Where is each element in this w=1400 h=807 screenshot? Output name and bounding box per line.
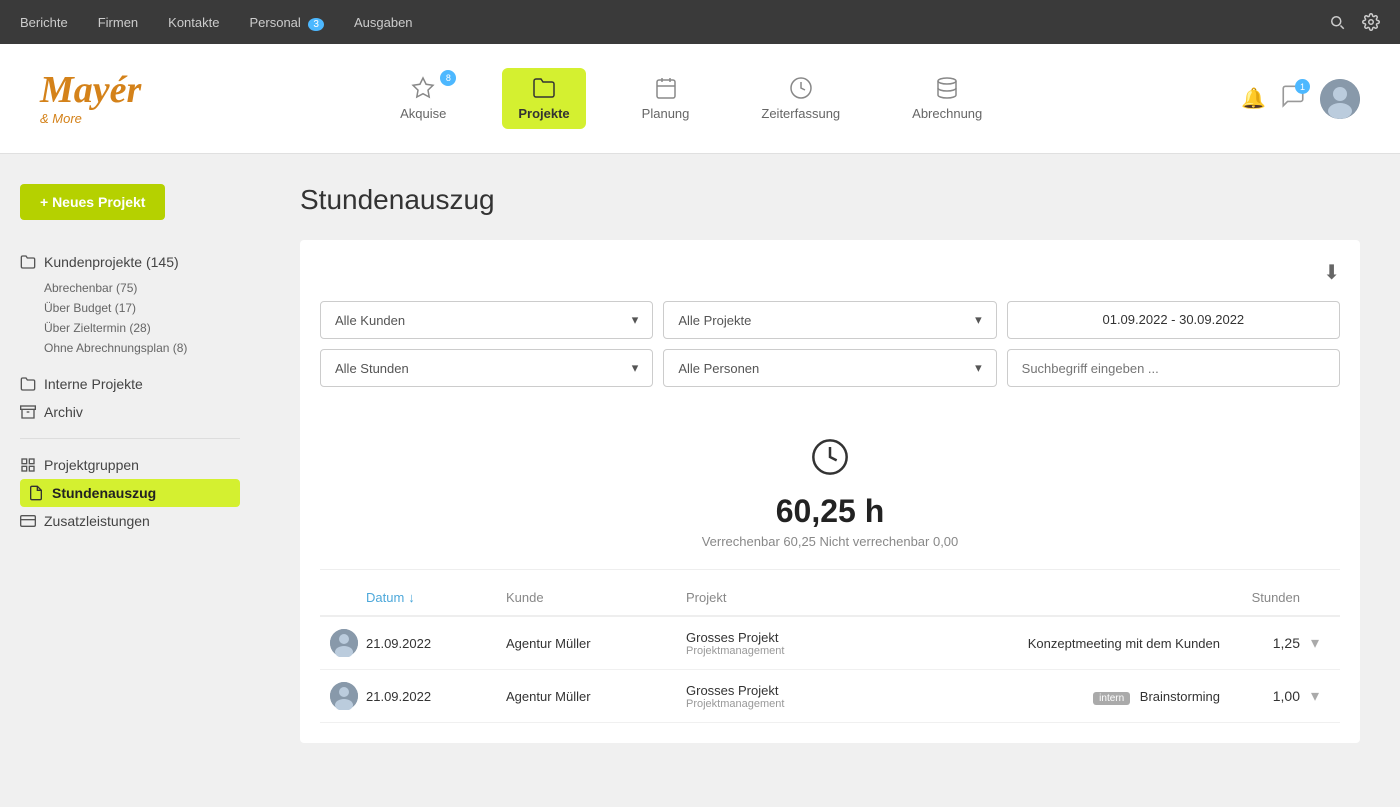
- row1-customer: Agentur Müller: [506, 636, 686, 651]
- nav-berichte[interactable]: Berichte: [20, 15, 68, 30]
- nav-ausgaben[interactable]: Ausgaben: [354, 15, 413, 30]
- sidebar: + Neues Projekt Kundenprojekte (145) Abr…: [0, 154, 260, 807]
- row1-hours: 1,25: [1220, 635, 1300, 651]
- chevron-down-icon: ▾: [975, 312, 982, 328]
- top-navigation: Berichte Firmen Kontakte Personal 3 Ausg…: [0, 0, 1400, 44]
- sidebar-sub-ohne-abrechnungsplan[interactable]: Ohne Abrechnungsplan (8): [44, 338, 240, 358]
- nav-akquise-label: Akquise: [400, 106, 446, 121]
- search-input[interactable]: [1007, 349, 1340, 387]
- row2-hours: 1,00: [1220, 688, 1300, 704]
- chat-badge: 1: [1295, 79, 1310, 94]
- nav-zeiterfassung[interactable]: Zeiterfassung: [745, 68, 856, 129]
- row1-project: Grosses Projekt Projektmanagement: [686, 630, 1028, 657]
- nav-abrechnung-label: Abrechnung: [912, 106, 982, 121]
- nav-firmen[interactable]: Firmen: [98, 15, 138, 30]
- row2-customer: Agentur Müller: [506, 689, 686, 704]
- nav-planung[interactable]: Planung: [626, 68, 706, 129]
- col-datum-header[interactable]: Datum ↓: [366, 590, 506, 605]
- row2-date: 21.09.2022: [366, 689, 506, 704]
- row1-date: 21.09.2022: [366, 636, 506, 651]
- card-top-row: ⬇: [320, 260, 1340, 285]
- sort-icon: ↓: [408, 590, 415, 605]
- col-stunden-header: Stunden: [1220, 590, 1300, 605]
- content-card: ⬇ Alle Kunden ▾ Alle Projekte ▾ 01.09.20…: [300, 240, 1360, 743]
- filters-row1: Alle Kunden ▾ Alle Projekte ▾ 01.09.2022…: [320, 301, 1340, 339]
- filter-personen[interactable]: Alle Personen ▾: [663, 349, 996, 387]
- row1-expand-button[interactable]: ▾: [1300, 633, 1330, 653]
- filter-date-range[interactable]: 01.09.2022 - 30.09.2022: [1007, 301, 1340, 339]
- sidebar-kundenprojekte: Kundenprojekte (145) Abrechenbar (75) Üb…: [20, 250, 240, 358]
- col-kunde-header: Kunde: [506, 590, 686, 605]
- page-layout: + Neues Projekt Kundenprojekte (145) Abr…: [0, 154, 1400, 807]
- row2-project: Grosses Projekt Projektmanagement: [686, 683, 1093, 710]
- stats-area: 60,25 h Verrechenbar 60,25 Nicht verrech…: [320, 407, 1340, 570]
- nav-personal[interactable]: Personal 3: [249, 15, 324, 30]
- table-row: 21.09.2022 Agentur Müller Grosses Projek…: [320, 617, 1340, 670]
- sidebar-stundenauszug[interactable]: Stundenauszug: [20, 479, 240, 507]
- nav-projekte-label: Projekte: [518, 106, 569, 121]
- page-title: Stundenauszug: [300, 184, 1360, 216]
- chevron-down-icon: ▾: [632, 360, 639, 376]
- sidebar-sub-abrechenbar[interactable]: Abrechenbar (75): [44, 278, 240, 298]
- clock-icon: [810, 437, 850, 485]
- nav-planung-label: Planung: [642, 106, 690, 121]
- filters-row2: Alle Stunden ▾ Alle Personen ▾: [320, 349, 1340, 387]
- sidebar-interne-projekte[interactable]: Interne Projekte: [20, 370, 240, 398]
- row1-task: Konzeptmeeting mit dem Kunden: [1028, 636, 1220, 651]
- intern-badge: intern: [1093, 692, 1130, 705]
- main-content: Stundenauszug ⬇ Alle Kunden ▾ Alle Proje…: [260, 154, 1400, 807]
- notification-bell[interactable]: 🔔: [1241, 86, 1266, 111]
- filter-kunden[interactable]: Alle Kunden ▾: [320, 301, 653, 339]
- header-actions: 🔔 1: [1241, 79, 1360, 119]
- sidebar-archiv[interactable]: Archiv: [20, 398, 240, 426]
- table-header: Datum ↓ Kunde Projekt Stunden: [320, 590, 1340, 617]
- search-icon[interactable]: [1328, 13, 1346, 31]
- sidebar-sub-ueber-budget[interactable]: Über Budget (17): [44, 298, 240, 318]
- row2-task: intern Brainstorming: [1093, 689, 1220, 704]
- chevron-down-icon: ▾: [975, 360, 982, 376]
- row1-avatar: [330, 629, 358, 657]
- nav-projekte[interactable]: Projekte: [502, 68, 585, 129]
- top-nav-icons: [1328, 13, 1380, 31]
- nav-kontakte[interactable]: Kontakte: [168, 15, 219, 30]
- nav-zeiterfassung-label: Zeiterfassung: [761, 106, 840, 121]
- row2-avatar: [330, 682, 358, 710]
- logo-text: Mayér: [40, 71, 141, 109]
- top-nav-links: Berichte Firmen Kontakte Personal 3 Ausg…: [20, 15, 413, 30]
- col-projekt-header: Projekt: [686, 590, 1220, 605]
- logo[interactable]: Mayér & More: [40, 71, 141, 126]
- total-hours: 60,25 h: [776, 493, 885, 530]
- filter-stunden[interactable]: Alle Stunden ▾: [320, 349, 653, 387]
- header: Mayér & More 8 Akquise Projekte Planung …: [0, 44, 1400, 154]
- nav-akquise[interactable]: 8 Akquise: [384, 68, 462, 129]
- personal-badge: 3: [308, 18, 324, 31]
- settings-icon[interactable]: [1362, 13, 1380, 31]
- sidebar-kundenprojekte-sub: Abrechenbar (75) Über Budget (17) Über Z…: [44, 278, 240, 358]
- new-project-button[interactable]: + Neues Projekt: [20, 184, 165, 220]
- nav-abrechnung[interactable]: Abrechnung: [896, 68, 998, 129]
- chevron-down-icon: ▾: [632, 312, 639, 328]
- download-button[interactable]: ⬇: [1323, 260, 1340, 285]
- main-navigation: 8 Akquise Projekte Planung Zeiterfassung…: [201, 68, 1181, 129]
- table-row: 21.09.2022 Agentur Müller Grosses Projek…: [320, 670, 1340, 723]
- sidebar-zusatzleistungen[interactable]: Zusatzleistungen: [20, 507, 240, 535]
- stats-detail: Verrechenbar 60,25 Nicht verrechenbar 0,…: [702, 534, 959, 549]
- row2-expand-button[interactable]: ▾: [1300, 686, 1330, 706]
- filter-projekte[interactable]: Alle Projekte ▾: [663, 301, 996, 339]
- chat-button[interactable]: 1: [1280, 83, 1306, 114]
- sidebar-projektgruppen[interactable]: Projektgruppen: [20, 451, 240, 479]
- user-avatar[interactable]: [1320, 79, 1360, 119]
- akquise-badge: 8: [440, 70, 456, 86]
- sidebar-sub-ueber-zieltermin[interactable]: Über Zieltermin (28): [44, 318, 240, 338]
- sidebar-kundenprojekte-toggle[interactable]: Kundenprojekte (145): [20, 250, 240, 274]
- logo-sub: & More: [40, 111, 141, 126]
